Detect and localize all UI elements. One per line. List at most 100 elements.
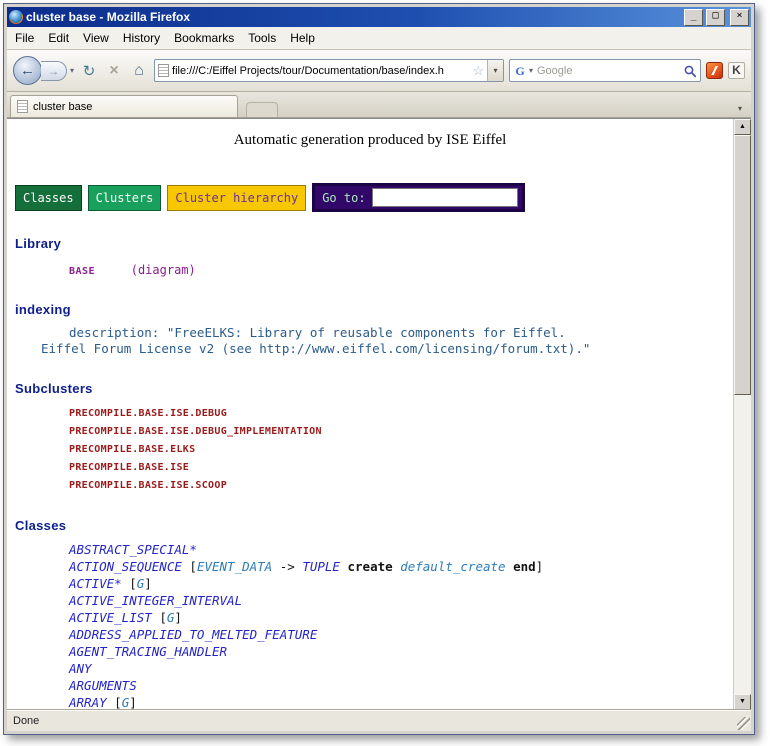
- search-icon[interactable]: [683, 64, 697, 78]
- menu-tools[interactable]: Tools: [241, 28, 283, 48]
- menu-edit[interactable]: Edit: [41, 28, 76, 48]
- window-title: cluster base - Mozilla Firefox: [26, 10, 681, 24]
- subcluster-entry: PRECOMPILE.BASE.ISE.DEBUG_IMPLEMENTATION: [69, 422, 733, 440]
- goto-label: Go to:: [322, 191, 365, 205]
- new-tab-area[interactable]: [246, 102, 278, 117]
- firefox-icon: [9, 10, 23, 24]
- menu-view[interactable]: View: [76, 28, 116, 48]
- search-box[interactable]: G ▾: [509, 59, 701, 82]
- page-icon: [158, 64, 169, 77]
- menu-file[interactable]: File: [8, 28, 41, 48]
- menu-help[interactable]: Help: [283, 28, 322, 48]
- tab-list-button[interactable]: ▾: [732, 99, 748, 117]
- class-entry: AGENT_TRACING_HANDLER: [69, 643, 733, 660]
- class-entry: ACTION_SEQUENCE [EVENT_DATA -> TUPLE cre…: [69, 558, 733, 575]
- indexing-description-line2: Eiffel Forum License v2 (see http://www.…: [41, 341, 733, 357]
- url-dropdown-button[interactable]: ▾: [487, 60, 503, 81]
- section-heading-indexing: indexing: [15, 302, 733, 317]
- forward-button[interactable]: →: [41, 61, 67, 81]
- indexing-description-line1: description: "FreeELKS: Library of reusa…: [69, 325, 733, 341]
- extension-icon-2[interactable]: K: [728, 62, 745, 79]
- subcluster-list: PRECOMPILE.BASE.ISE.DEBUG PRECOMPILE.BASE…: [7, 404, 733, 494]
- subcluster-link[interactable]: PRECOMPILE.BASE.ISE.DEBUG_IMPLEMENTATION: [69, 426, 322, 437]
- class-link[interactable]: TUPLE: [302, 559, 340, 574]
- scrollbar-thumb[interactable]: [734, 135, 751, 395]
- subcluster-link[interactable]: PRECOMPILE.BASE.ISE.SCOOP: [69, 480, 227, 491]
- class-link[interactable]: ACTIVE_LIST: [69, 610, 152, 625]
- search-input[interactable]: [535, 64, 681, 78]
- tab-page-icon: [17, 100, 28, 113]
- section-heading-subclusters: Subclusters: [15, 381, 733, 396]
- library-entry: BASE (diagram): [69, 259, 733, 278]
- status-text: Done: [13, 715, 39, 727]
- class-link[interactable]: ARRAY: [69, 695, 107, 710]
- class-entry: ANY: [69, 660, 733, 677]
- refresh-button[interactable]: ↻: [79, 62, 99, 80]
- doc-button-clusters[interactable]: Clusters: [88, 185, 162, 211]
- url-input[interactable]: [172, 65, 469, 77]
- class-link[interactable]: ABSTRACT_SPECIAL*: [69, 542, 197, 557]
- doc-nav-row: ClassesClustersCluster hierarchy Go to:: [15, 183, 733, 212]
- google-engine-icon: G: [513, 64, 527, 78]
- subcluster-link[interactable]: PRECOMPILE.BASE.ISE: [69, 462, 189, 473]
- class-entry: ADDRESS_APPLIED_TO_MELTED_FEATURE: [69, 626, 733, 643]
- menu-bookmarks[interactable]: Bookmarks: [167, 28, 241, 48]
- tab-label: cluster base: [33, 101, 92, 113]
- section-heading-classes: Classes: [15, 518, 733, 533]
- subcluster-link[interactable]: PRECOMPILE.BASE.ISE.DEBUG: [69, 408, 227, 419]
- class-link[interactable]: ACTION_SEQUENCE: [69, 559, 182, 574]
- class-entry: ACTIVE* [G]: [69, 575, 733, 592]
- class-link[interactable]: ARGUMENTS: [69, 678, 137, 693]
- goto-box: Go to:: [312, 183, 524, 212]
- subcluster-entry: PRECOMPILE.BASE.ISE.SCOOP: [69, 476, 733, 494]
- class-link[interactable]: ACTIVE_INTEGER_INTERVAL: [69, 593, 242, 608]
- section-heading-library: Library: [15, 236, 733, 251]
- search-engine-dropdown[interactable]: ▾: [529, 66, 533, 75]
- goto-input[interactable]: [372, 188, 518, 207]
- scroll-down-button[interactable]: ▼: [734, 694, 751, 710]
- maximize-button[interactable]: □: [706, 9, 725, 26]
- address-bar[interactable]: ☆ ▾: [154, 59, 504, 82]
- bookmark-star-icon[interactable]: ☆: [472, 63, 484, 79]
- menu-history[interactable]: History: [116, 28, 167, 48]
- class-entry: ARGUMENTS: [69, 677, 733, 694]
- class-link[interactable]: ACTIVE*: [69, 576, 122, 591]
- title-bar[interactable]: cluster base - Mozilla Firefox _ □ ×: [7, 7, 751, 27]
- class-entry: ACTIVE_LIST [G]: [69, 609, 733, 626]
- back-button[interactable]: ←: [13, 56, 42, 85]
- doc-button-cluster-hierarchy[interactable]: Cluster hierarchy: [167, 185, 306, 211]
- menu-bar: FileEditViewHistoryBookmarksToolsHelp: [7, 27, 751, 50]
- home-button[interactable]: ⌂: [129, 62, 149, 80]
- close-button[interactable]: ×: [730, 9, 749, 26]
- scroll-up-button[interactable]: ▲: [734, 119, 751, 135]
- class-link[interactable]: ADDRESS_APPLIED_TO_MELTED_FEATURE: [69, 627, 317, 642]
- class-link[interactable]: AGENT_TRACING_HANDLER: [69, 644, 227, 659]
- class-list: ABSTRACT_SPECIAL*ACTION_SEQUENCE [EVENT_…: [7, 541, 733, 710]
- scrollbar-track[interactable]: [734, 395, 751, 694]
- stop-button[interactable]: ×: [104, 62, 124, 80]
- page-content: Automatic generation produced by ISE Eif…: [7, 119, 733, 710]
- class-link[interactable]: ANY: [69, 661, 92, 676]
- navigation-toolbar: ← → ▾ ↻ × ⌂ ☆ ▾ G ▾ K: [7, 50, 751, 92]
- subcluster-entry: PRECOMPILE.BASE.ISE.DEBUG: [69, 404, 733, 422]
- tab-bar: cluster base ▾: [7, 92, 751, 118]
- diagram-link[interactable]: (diagram): [131, 263, 196, 277]
- doc-button-classes[interactable]: Classes: [15, 185, 82, 211]
- vertical-scrollbar[interactable]: ▲ ▼: [733, 119, 751, 710]
- firefox-window: cluster base - Mozilla Firefox _ □ × Fil…: [3, 3, 755, 735]
- page-banner: Automatic generation produced by ISE Eif…: [7, 132, 733, 149]
- history-dropdown-button[interactable]: ▾: [70, 66, 74, 75]
- doc-nav-buttons: ClassesClustersCluster hierarchy: [15, 185, 306, 211]
- tab-cluster-base[interactable]: cluster base: [10, 95, 238, 117]
- minimize-button[interactable]: _: [684, 9, 703, 26]
- subcluster-link[interactable]: PRECOMPILE.BASE.ELKS: [69, 444, 195, 455]
- library-base-link[interactable]: BASE: [69, 266, 95, 277]
- resize-grip[interactable]: [737, 717, 750, 730]
- class-entry: ACTIVE_INTEGER_INTERVAL: [69, 592, 733, 609]
- subcluster-entry: PRECOMPILE.BASE.ISE: [69, 458, 733, 476]
- forward-icon: →: [48, 64, 60, 78]
- extension-icon-1[interactable]: [706, 62, 723, 79]
- content-area: Automatic generation produced by ISE Eif…: [7, 118, 751, 710]
- class-entry: ARRAY [G]: [69, 694, 733, 710]
- class-entry: ABSTRACT_SPECIAL*: [69, 541, 733, 558]
